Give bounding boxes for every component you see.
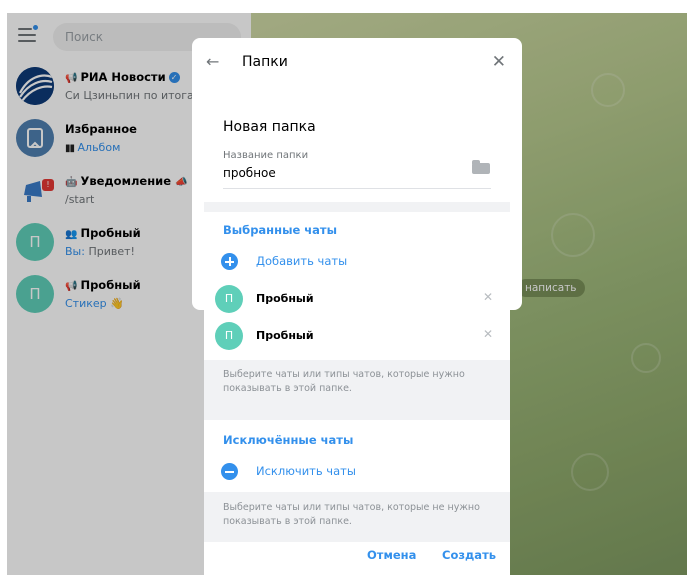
add-chats-button[interactable]: Добавить чаты (204, 250, 510, 276)
section-divider (204, 202, 510, 212)
remove-chat-icon[interactable]: ✕ (483, 327, 493, 341)
avatar: П (215, 285, 243, 313)
exclude-chats-label: Исключить чаты (256, 464, 356, 478)
folder-name-input[interactable]: пробное (223, 166, 276, 180)
close-icon[interactable]: ✕ (492, 52, 506, 72)
excluded-hint-section: Выберите чаты или типы чатов, которые не… (204, 492, 510, 542)
avatar: П (215, 322, 243, 350)
selected-chat-name: Пробный (256, 292, 314, 305)
included-chats-title: Выбранные чаты (223, 223, 338, 237)
new-folder-dialog: Новая папка Название папки пробное Выбра… (204, 102, 510, 575)
excluded-hint: Выберите чаты или типы чатов, которые не… (223, 502, 480, 527)
exclude-chats-button[interactable]: Исключить чаты (204, 460, 510, 486)
remove-icon (221, 463, 238, 480)
add-chats-label: Добавить чаты (256, 254, 348, 268)
create-button[interactable]: Создать (442, 548, 496, 562)
included-hint-section: Выберите чаты или типы чатов, которые ну… (204, 360, 510, 420)
folder-name-label: Название папки (223, 150, 309, 161)
selected-chat-name: Пробный (256, 329, 314, 342)
included-hint: Выберите чаты или типы чатов, которые ну… (223, 369, 465, 394)
selected-chat-row: П Пробный ✕ (204, 320, 510, 356)
cancel-button[interactable]: Отмена (367, 548, 416, 562)
back-arrow-icon[interactable]: ← (206, 52, 219, 71)
folders-title: Папки (242, 54, 288, 70)
add-icon (221, 253, 238, 270)
excluded-chats-title: Исключённые чаты (223, 433, 354, 447)
telegram-app: Поиск 📢 РИА Новости ✓ Си Цзиньпин по итога… (7, 13, 687, 575)
dialog-title: Новая папка (223, 119, 316, 135)
folder-icon[interactable] (472, 160, 490, 174)
remove-chat-icon[interactable]: ✕ (483, 290, 493, 304)
selected-chat-row: П Пробный ✕ (204, 283, 510, 319)
folder-name-underline (223, 188, 491, 189)
